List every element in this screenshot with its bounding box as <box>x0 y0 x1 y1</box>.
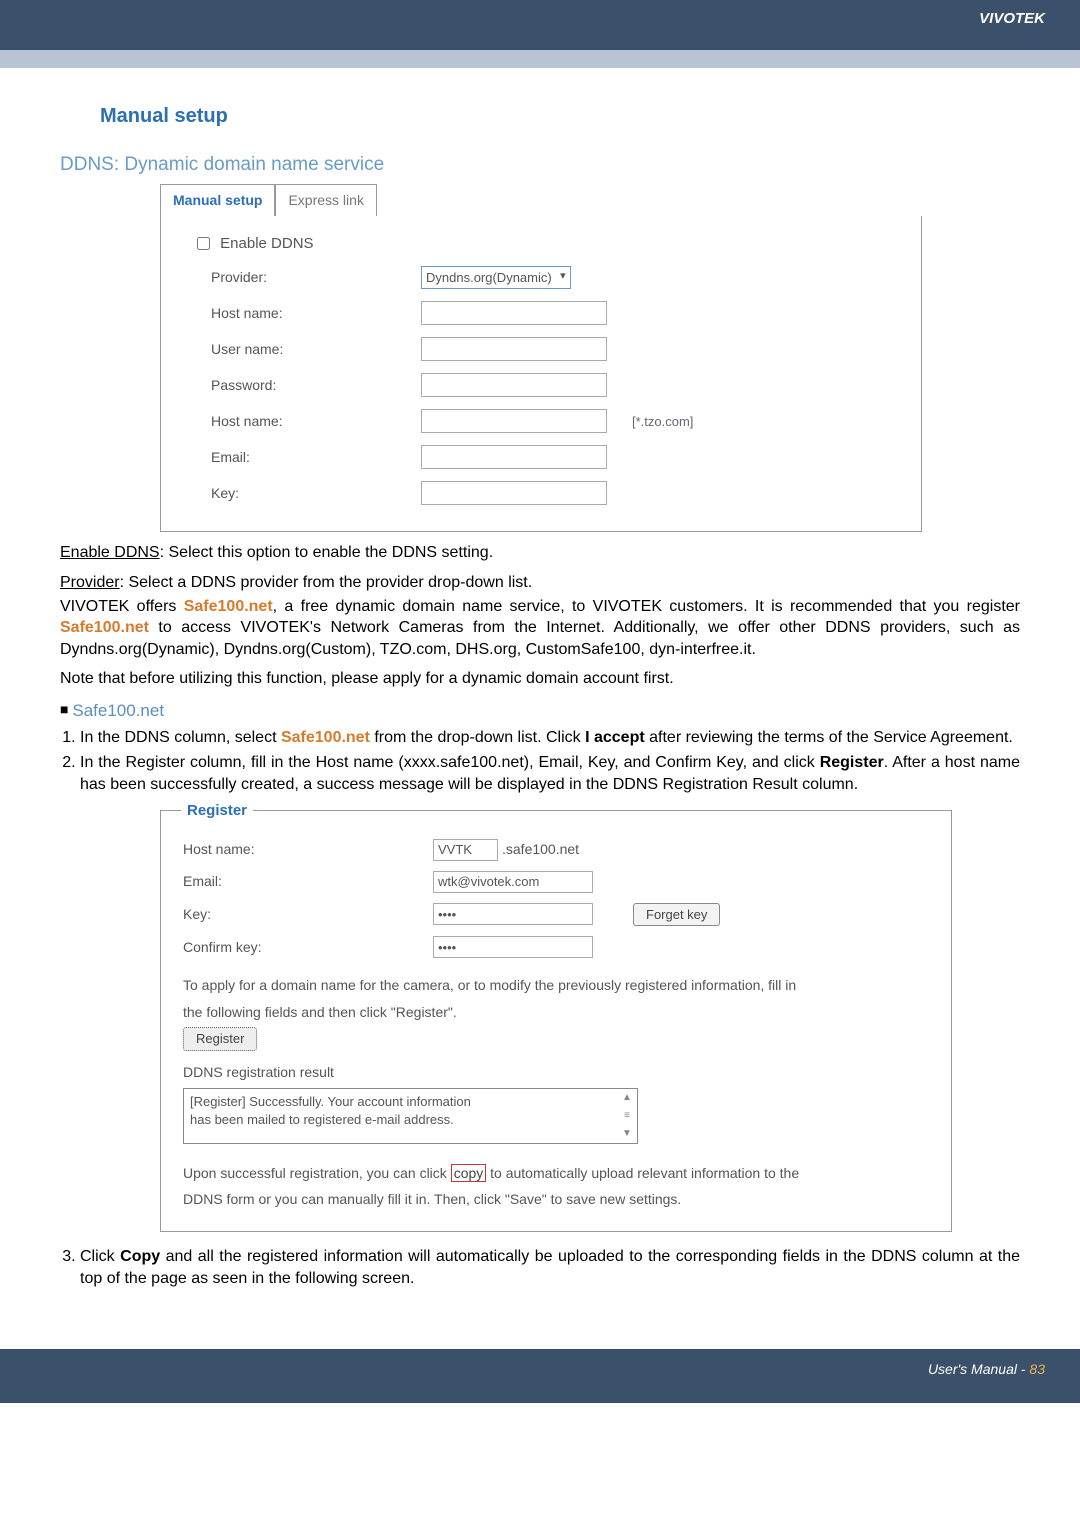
enable-ddns-checkbox[interactable] <box>197 237 210 250</box>
forget-key-button[interactable]: Forget key <box>633 903 720 927</box>
ddns-tabs: Manual setup Express link <box>160 184 1020 216</box>
scroll-grip-icon[interactable]: ≡ <box>624 1109 630 1123</box>
header-bar: VIVOTEK <box>0 0 1080 50</box>
host2-label: Host name: <box>211 412 421 431</box>
footer-text: User's Manual - <box>928 1361 1029 1377</box>
reg-host-input[interactable] <box>433 839 498 861</box>
provider-select[interactable]: Dyndns.org(Dynamic) <box>421 266 571 290</box>
page-content: Manual setup DDNS: Dynamic domain name s… <box>0 68 1080 1289</box>
user-label: User name: <box>211 340 421 359</box>
para-enable-ddns: Enable DDNS: Select this option to enabl… <box>60 542 1020 564</box>
para-note: Note that before utilizing this function… <box>60 668 1020 690</box>
register-legend: Register <box>181 801 253 821</box>
step-3: Click Copy and all the registered inform… <box>80 1246 1020 1289</box>
host1-label: Host name: <box>211 304 421 323</box>
tab-manual-setup[interactable]: Manual setup <box>160 184 275 216</box>
register-button[interactable]: Register <box>183 1027 257 1051</box>
pass-label: Password: <box>211 376 421 395</box>
header-stripe <box>0 50 1080 68</box>
heading-manual-setup: Manual setup <box>100 103 1020 130</box>
reg-confirm-input[interactable] <box>433 936 593 958</box>
host1-input[interactable] <box>421 301 607 325</box>
footer-bar: User's Manual - 83 <box>0 1349 1080 1403</box>
para-provider: Provider: Select a DDNS provider from th… <box>60 572 1020 594</box>
register-panel: Register Host name: .safe100.net Email: … <box>160 810 952 1232</box>
key-label: Key: <box>211 484 421 503</box>
user-input[interactable] <box>421 337 607 361</box>
result-heading: DDNS registration result <box>183 1063 929 1082</box>
email-label: Email: <box>211 448 421 467</box>
reg-host-label: Host name: <box>183 840 433 859</box>
key-input[interactable] <box>421 481 607 505</box>
reg-host-suffix: .safe100.net <box>502 840 579 859</box>
apply-text: To apply for a domain name for the camer… <box>183 972 929 1025</box>
reg-email-label: Email: <box>183 872 433 891</box>
enable-ddns-row: Enable DDNS <box>193 234 901 254</box>
steps-list: In the DDNS column, select Safe100.net f… <box>60 727 1020 796</box>
para-vivotek-offers: VIVOTEK offers Safe100.net, a free dynam… <box>60 596 1020 661</box>
step-2: In the Register column, fill in the Host… <box>80 752 1020 795</box>
host2-input[interactable] <box>421 409 607 433</box>
steps-list-cont: Click Copy and all the registered inform… <box>60 1246 1020 1289</box>
result-box: [Register] Successfully. Your account in… <box>183 1088 638 1144</box>
host2-suffix: [*.tzo.com] <box>632 413 693 431</box>
copy-link-box[interactable]: copy <box>451 1164 487 1182</box>
pass-input[interactable] <box>421 373 607 397</box>
reg-confirm-label: Confirm key: <box>183 938 433 957</box>
reg-key-label: Key: <box>183 905 433 924</box>
enable-ddns-label: Enable DDNS <box>220 235 313 252</box>
upon-text: Upon successful registration, you can cl… <box>183 1160 929 1213</box>
scrollbar-icons[interactable]: ▲ ≡ ▼ <box>619 1091 635 1141</box>
footer-page-number: 83 <box>1029 1361 1045 1377</box>
ddns-panel: Enable DDNS Provider: Dyndns.org(Dynamic… <box>160 216 922 533</box>
scroll-down-icon[interactable]: ▼ <box>622 1127 632 1141</box>
tab-express-link[interactable]: Express link <box>275 184 376 216</box>
scroll-up-icon[interactable]: ▲ <box>622 1091 632 1105</box>
step-1: In the DDNS column, select Safe100.net f… <box>80 727 1020 749</box>
heading-ddns: DDNS: Dynamic domain name service <box>60 152 1020 178</box>
provider-label: Provider: <box>211 268 421 287</box>
safe100-heading: Safe100.net <box>72 701 164 720</box>
reg-email-input[interactable] <box>433 871 593 893</box>
brand-text: VIVOTEK <box>979 10 1045 27</box>
reg-key-input[interactable] <box>433 903 593 925</box>
email-input[interactable] <box>421 445 607 469</box>
safe100-section: ■ Safe100.net <box>60 700 1020 723</box>
